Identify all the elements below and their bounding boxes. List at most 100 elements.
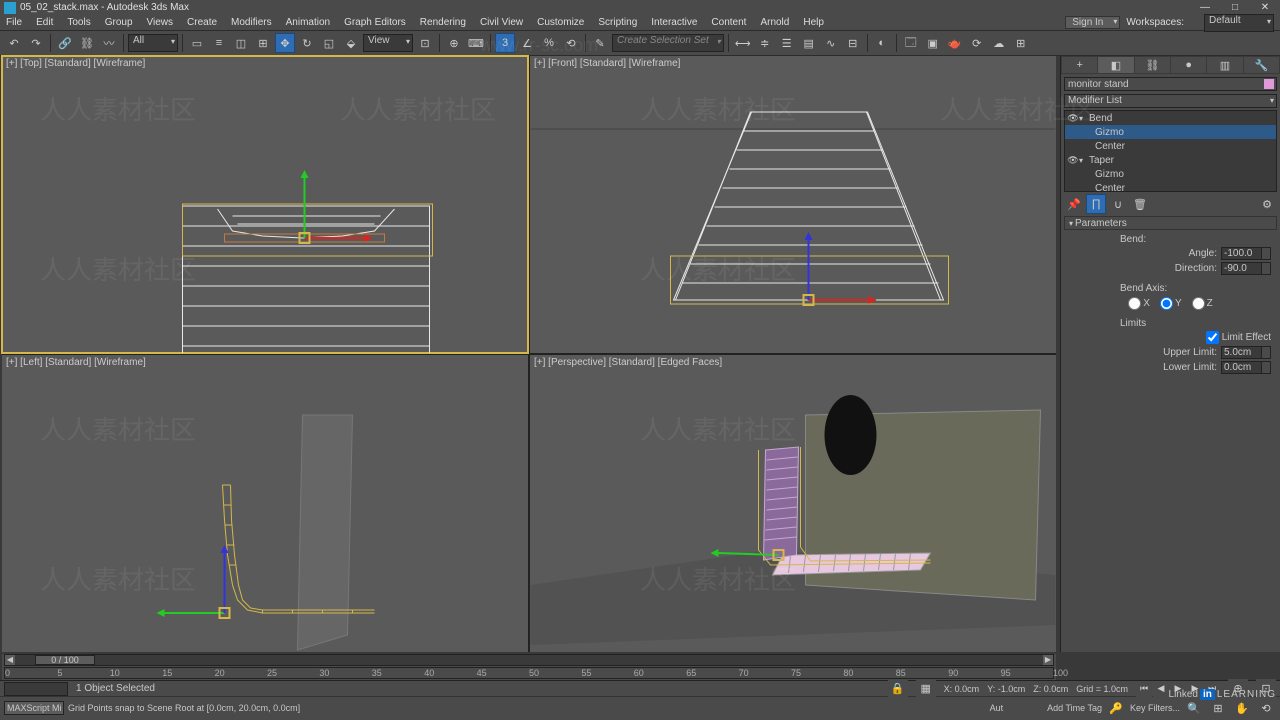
display-tab[interactable]: ▥ <box>1207 57 1242 73</box>
viewport-perspective[interactable]: [+] [Perspective] [Standard] [Edged Face… <box>530 355 1056 652</box>
viewport-perspective-label[interactable]: [+] [Perspective] [Standard] [Edged Face… <box>534 357 722 368</box>
window-crossing-button[interactable]: ⊞ <box>253 33 273 53</box>
sign-in-dropdown[interactable]: Sign In <box>1065 16 1120 29</box>
menu-civil-view[interactable]: Civil View <box>480 17 523 28</box>
object-name-field[interactable]: monitor stand <box>1064 77 1277 91</box>
select-and-rotate-button[interactable]: ↻ <box>297 33 317 53</box>
spinner-snap-button[interactable]: ⟲ <box>561 33 581 53</box>
absolute-transform-button[interactable]: ▦ <box>916 679 936 699</box>
modify-tab[interactable]: ◧ <box>1098 57 1133 73</box>
select-and-move-button[interactable]: ✥ <box>275 33 295 53</box>
direction-spinner[interactable]: -90.0 <box>1221 262 1271 275</box>
modifier-bend[interactable]: 👁▾Bend <box>1065 111 1276 125</box>
toggle-ribbon-button[interactable]: ▤ <box>799 33 819 53</box>
layer-explorer-button[interactable]: ☰ <box>777 33 797 53</box>
create-tab[interactable]: + <box>1062 57 1097 73</box>
modifier-taper-center[interactable]: Center <box>1065 181 1276 192</box>
viewport-front[interactable]: [+] [Front] [Standard] [Wireframe] <box>530 56 1056 353</box>
select-manipulate-button[interactable]: ⊕ <box>444 33 464 53</box>
motion-tab[interactable]: ● <box>1171 57 1206 73</box>
time-slider-prev[interactable]: ◀ <box>5 655 15 665</box>
angle-spinner[interactable]: -100.0 <box>1221 247 1271 260</box>
open-a360-button[interactable]: ⊞ <box>1011 33 1031 53</box>
menu-content[interactable]: Content <box>711 17 746 28</box>
undo-button[interactable]: ↶ <box>4 33 24 53</box>
utilities-tab[interactable]: 🔧 <box>1244 57 1279 73</box>
bind-spacewarp-button[interactable]: 〰 <box>99 33 119 53</box>
axis-y-radio[interactable]: Y <box>1160 297 1182 310</box>
schematic-view-button[interactable]: ⊟ <box>843 33 863 53</box>
modifier-bend-gizmo[interactable]: Gizmo <box>1065 125 1276 139</box>
viewport-left-label[interactable]: [+] [Left] [Standard] [Wireframe] <box>6 357 146 368</box>
edit-named-selections-button[interactable]: ✎ <box>590 33 610 53</box>
menu-interactive[interactable]: Interactive <box>651 17 697 28</box>
redo-button[interactable]: ↷ <box>26 33 46 53</box>
menu-edit[interactable]: Edit <box>36 17 53 28</box>
reference-coordinate-dropdown[interactable]: View <box>363 34 413 52</box>
hierarchy-tab[interactable]: ⛓ <box>1135 57 1170 73</box>
make-unique-button[interactable]: ∪ <box>1108 194 1128 214</box>
menu-graph-editors[interactable]: Graph Editors <box>344 17 406 28</box>
mirror-button[interactable]: ⟷ <box>733 33 753 53</box>
select-and-place-button[interactable]: ⬙ <box>341 33 361 53</box>
render-iterative-button[interactable]: ⟳ <box>967 33 987 53</box>
object-color-swatch[interactable] <box>1264 79 1274 89</box>
viewport-left[interactable]: [+] [Left] [Standard] [Wireframe] <box>2 355 528 652</box>
parameters-rollout-header[interactable]: Parameters <box>1064 216 1277 230</box>
unlink-button[interactable]: ⛓ <box>77 33 97 53</box>
material-editor-button[interactable]: ◐ <box>872 33 892 53</box>
time-slider-thumb[interactable]: 0 / 100 <box>35 655 95 665</box>
menu-modifiers[interactable]: Modifiers <box>231 17 272 28</box>
modifier-list-dropdown[interactable]: Modifier List <box>1064 94 1277 108</box>
auto-key-label[interactable]: Aut <box>990 703 1004 713</box>
workspaces-dropdown[interactable]: Default <box>1204 14 1274 32</box>
menu-tools[interactable]: Tools <box>67 17 90 28</box>
selection-region-button[interactable]: ◫ <box>231 33 251 53</box>
lower-limit-spinner[interactable]: 0.0cm <box>1221 361 1271 374</box>
modifier-bend-center[interactable]: Center <box>1065 139 1276 153</box>
viewport-top[interactable]: [+] [Top] [Standard] [Wireframe] <box>2 56 528 353</box>
select-and-scale-button[interactable]: ◱ <box>319 33 339 53</box>
render-setup-button[interactable]: 🗔 <box>901 33 921 53</box>
percent-snap-button[interactable]: % <box>539 33 559 53</box>
time-slider-next[interactable]: ▶ <box>1043 655 1053 665</box>
link-button[interactable]: 🔗 <box>55 33 75 53</box>
keyboard-shortcut-button[interactable]: ⌨ <box>466 33 486 53</box>
limit-effect-checkbox[interactable] <box>1206 331 1219 344</box>
rendered-frame-button[interactable]: ▣ <box>923 33 943 53</box>
nav-orbit-button[interactable]: ⟲ <box>1256 698 1276 718</box>
pin-stack-button[interactable]: 📌 <box>1064 194 1084 214</box>
goto-start-button[interactable]: ⏮ <box>1136 681 1152 697</box>
time-slider[interactable]: ◀ 0 / 100 ▶ <box>4 654 1054 666</box>
axis-z-radio[interactable]: Z <box>1192 297 1213 310</box>
axis-x-radio[interactable]: X <box>1128 297 1150 310</box>
add-time-tag[interactable]: Add Time Tag <box>1047 703 1102 713</box>
upper-limit-spinner[interactable]: 5.0cm <box>1221 346 1271 359</box>
use-pivot-center-button[interactable]: ⊡ <box>415 33 435 53</box>
select-object-button[interactable]: ▭ <box>187 33 207 53</box>
named-selection-dropdown[interactable]: Create Selection Set <box>612 34 724 52</box>
previous-frame-button[interactable]: ◀ <box>1153 681 1169 697</box>
modifier-taper[interactable]: 👁▾Taper <box>1065 153 1276 167</box>
menu-group[interactable]: Group <box>105 17 133 28</box>
modifier-taper-gizmo[interactable]: Gizmo <box>1065 167 1276 181</box>
menu-file[interactable]: File <box>6 17 22 28</box>
nav-zoom-all-button[interactable]: ⊞ <box>1208 698 1228 718</box>
menu-rendering[interactable]: Rendering <box>420 17 466 28</box>
nav-zoom-button[interactable]: 🔍 <box>1184 698 1204 718</box>
render-in-cloud-button[interactable]: ☁ <box>989 33 1009 53</box>
viewport-front-label[interactable]: [+] [Front] [Standard] [Wireframe] <box>534 58 680 69</box>
menu-animation[interactable]: Animation <box>286 17 330 28</box>
nav-pan-button[interactable]: ✋ <box>1232 698 1252 718</box>
configure-sets-button[interactable]: ⚙ <box>1257 194 1277 214</box>
time-ruler[interactable]: 0510152025303540455055606570758085909510… <box>4 667 1054 679</box>
menu-arnold[interactable]: Arnold <box>760 17 789 28</box>
modifier-stack[interactable]: 👁▾Bend Gizmo Center 👁▾Taper Gizmo Center… <box>1064 110 1277 192</box>
menu-customize[interactable]: Customize <box>537 17 584 28</box>
menu-help[interactable]: Help <box>803 17 824 28</box>
curve-editor-button[interactable]: ∿ <box>821 33 841 53</box>
viewport-top-label[interactable]: [+] [Top] [Standard] [Wireframe] <box>6 58 145 69</box>
key-filters-button[interactable]: Key Filters... <box>1130 703 1180 713</box>
menu-views[interactable]: Views <box>147 17 174 28</box>
lock-selection-button[interactable]: 🔒 <box>888 679 908 699</box>
